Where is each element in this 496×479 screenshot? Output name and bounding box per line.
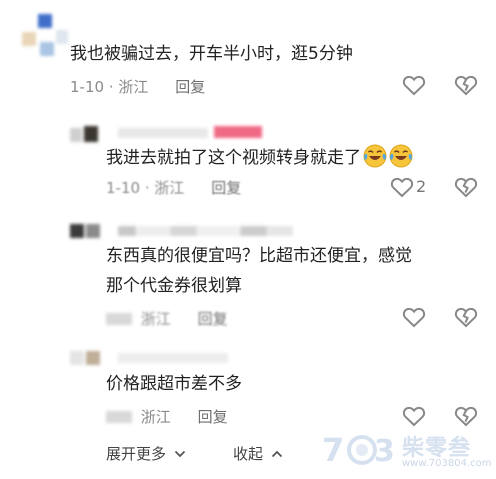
username-badge (214, 126, 262, 138)
comment-meta: 1-10 · 浙江 回复 (106, 179, 242, 197)
comment-date (106, 411, 132, 423)
avatar[interactable] (22, 12, 68, 60)
svg-text:3: 3 (374, 434, 395, 468)
avatar[interactable] (70, 222, 104, 240)
like-icon[interactable] (402, 74, 426, 96)
svg-text:7: 7 (322, 431, 344, 468)
username[interactable] (118, 226, 293, 236)
comment-meta: 1-10 · 浙江 回复 (70, 78, 206, 96)
comment-date: 1-10 (70, 78, 105, 96)
comment-meta: 浙江 回复 (106, 406, 228, 427)
like-icon[interactable] (402, 405, 426, 427)
watermark-logo: 7 3 (322, 431, 395, 468)
comment-date (106, 313, 132, 325)
reply-button[interactable]: 回复 (175, 78, 205, 96)
comment-location: 浙江 (140, 310, 171, 328)
avatar[interactable] (70, 349, 104, 367)
dislike-icon[interactable] (454, 306, 478, 328)
like-icon[interactable] (402, 306, 426, 328)
laugh-cry-emoji-icon (363, 144, 387, 168)
chevron-up-icon (271, 450, 282, 458)
reply-button[interactable]: 回复 (198, 310, 228, 328)
comment-location: 浙江 (154, 179, 185, 197)
reply-button[interactable]: 回复 (198, 408, 228, 426)
reply-button[interactable]: 回复 (211, 179, 241, 197)
like-count: 2 (416, 177, 427, 196)
username[interactable] (118, 128, 208, 138)
collapse-button[interactable]: 收起 (233, 443, 283, 464)
comment-location: 浙江 (118, 78, 149, 96)
comment-meta: 浙江 回复 (106, 308, 228, 329)
comment-text: 我进去就拍了这个视频转身就走了 (106, 144, 413, 172)
comment-text: 我也被骗过去，开车半小时，逛5分钟 (70, 44, 353, 64)
watermark: 7 3 柴零叁 www.703804.com (322, 428, 492, 472)
username[interactable] (118, 353, 228, 363)
like-icon[interactable] (390, 176, 414, 198)
comment-date: 1-10 (106, 179, 141, 197)
comment-location: 浙江 (140, 408, 171, 426)
dislike-icon[interactable] (454, 405, 478, 427)
avatar[interactable] (70, 124, 104, 144)
expand-more-button[interactable]: 展开更多 (106, 443, 186, 464)
laugh-cry-emoji-icon (389, 144, 413, 168)
comment-text: 价格跟超市差不多 (106, 374, 242, 394)
dislike-icon[interactable] (454, 176, 478, 198)
chevron-down-icon (174, 450, 185, 458)
dislike-icon[interactable] (454, 74, 478, 96)
comment-text: 东西真的很便宜吗？比超市还便宜，感觉 那个代金券很划算 (106, 246, 412, 296)
watermark-url: www.703804.com (402, 458, 492, 469)
